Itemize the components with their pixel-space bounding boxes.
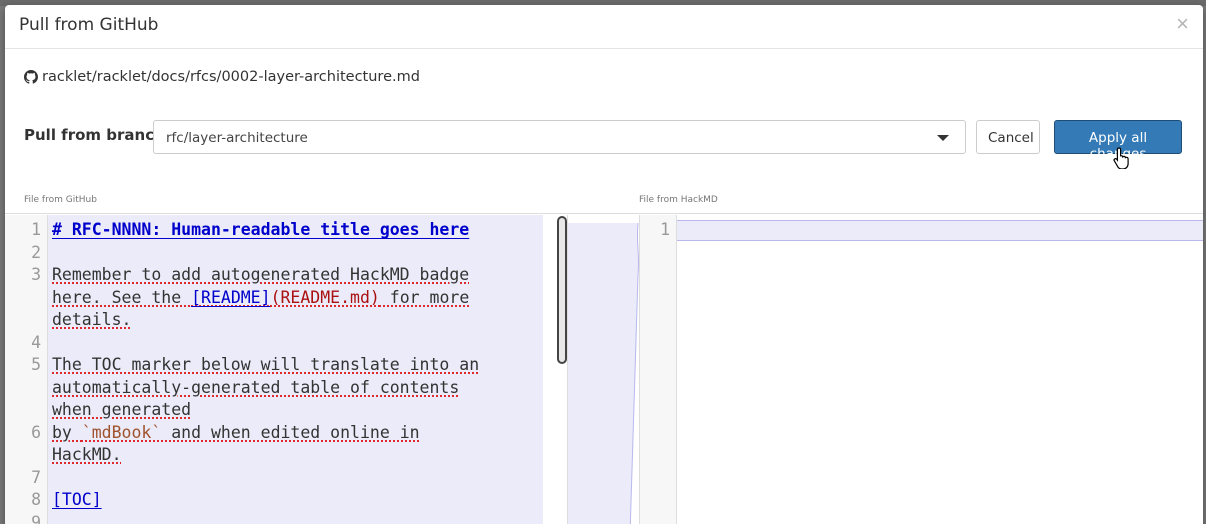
- code-line: when generated: [52, 400, 192, 419]
- line-number: 3: [31, 265, 41, 284]
- line-number: 6: [31, 423, 41, 442]
- code-line: details.: [52, 310, 132, 329]
- line-number: 4: [31, 333, 41, 352]
- code-line: automatically-generated table of content…: [52, 378, 460, 397]
- code-text: and when edited online in: [161, 423, 420, 442]
- line-number: 5: [31, 355, 41, 374]
- pull-from-github-modal: Pull from GitHub × racklet/racklet/docs/…: [5, 5, 1203, 524]
- code-line: Remember to add autogenerated HackMD bad…: [52, 265, 470, 284]
- editor-scrollbar[interactable]: [557, 216, 567, 364]
- file-path-text: racklet/racklet/docs/rfcs/0002-layer-arc…: [42, 69, 420, 85]
- merge-connector: [568, 222, 640, 524]
- code-line: The TOC marker below will translate into…: [52, 355, 480, 374]
- hand-cursor-icon: [1113, 147, 1129, 169]
- line-number: 9: [31, 513, 41, 524]
- code-text: by: [52, 423, 82, 442]
- line-number: 2: [31, 243, 41, 262]
- code-line: by `mdBook` and when edited online in: [52, 422, 420, 445]
- code-line: HackMD.: [52, 445, 122, 464]
- line-number: 1: [660, 220, 670, 239]
- branch-label: Pull from branch: [24, 126, 165, 144]
- cancel-button[interactable]: Cancel: [976, 120, 1040, 154]
- branch-select-value: rfc/layer-architecture: [166, 130, 308, 146]
- right-pane-label: File from HackMD: [639, 195, 718, 205]
- code-text: for more: [379, 288, 470, 307]
- close-icon[interactable]: ×: [1176, 13, 1189, 35]
- file-path: racklet/racklet/docs/rfcs/0002-layer-arc…: [24, 69, 420, 85]
- left-pane-label: File from GitHub: [24, 195, 97, 205]
- line-number: 1: [31, 220, 41, 239]
- github-file-editor[interactable]: 1 2 3 4 5 6 7 8 9 # RFC-NNNN: Human-read…: [5, 215, 561, 524]
- code-text: here. See the: [52, 288, 192, 307]
- line-number-gutter: 1 2 3 4 5 6 7 8 9: [5, 215, 48, 524]
- line-number-gutter: 1: [640, 215, 677, 524]
- code-line: [TOC]: [52, 490, 102, 509]
- merge-gap: ⇝: [567, 215, 640, 524]
- modal-title: Pull from GitHub: [19, 15, 159, 35]
- empty-line-highlight: [677, 220, 1203, 241]
- panes-divider: [5, 213, 1203, 214]
- caret-down-icon: [937, 135, 949, 141]
- markdown-link-url: (README.md): [270, 288, 380, 307]
- inline-code: `mdBook`: [81, 423, 162, 442]
- branch-select[interactable]: rfc/layer-architecture: [153, 120, 966, 154]
- modal-header: Pull from GitHub ×: [5, 5, 1203, 49]
- code-line: here. See the [README](README.md) for mo…: [52, 287, 469, 310]
- github-icon: [24, 70, 38, 84]
- markdown-link-text: [README]: [191, 288, 271, 307]
- code-line: # RFC-NNNN: Human-readable title goes he…: [52, 220, 470, 239]
- line-number: 7: [31, 468, 41, 487]
- line-number: 8: [31, 490, 41, 509]
- code-area[interactable]: # RFC-NNNN: Human-readable title goes he…: [48, 215, 543, 524]
- hackmd-file-editor[interactable]: 1: [639, 215, 1203, 524]
